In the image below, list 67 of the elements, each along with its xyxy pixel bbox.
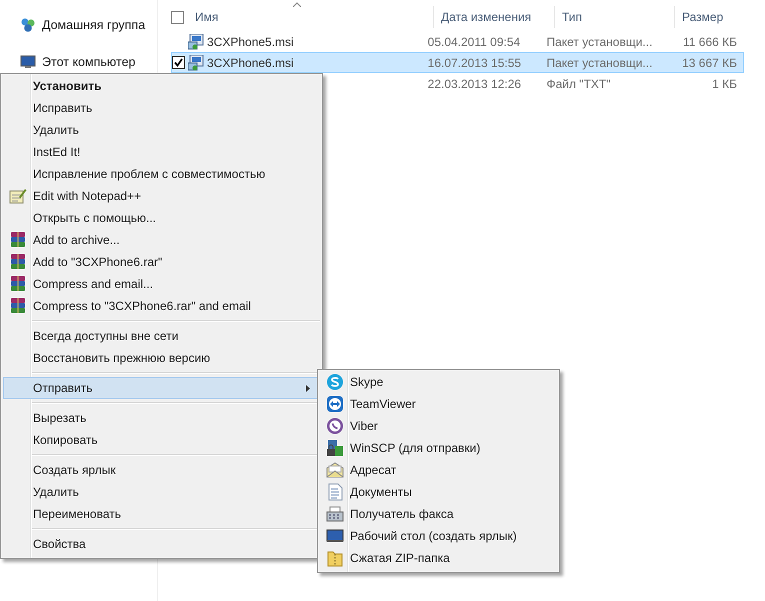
archive-books-icon <box>10 253 26 271</box>
homegroup-icon <box>20 17 36 33</box>
menu-item[interactable]: Add to archive... <box>3 229 320 251</box>
fax-icon <box>326 506 344 522</box>
zip-folder-icon <box>327 549 343 567</box>
installer-package-icon <box>188 34 204 50</box>
menu-item[interactable]: Свойства <box>3 533 320 555</box>
table-cell-text: Пакет установщи... <box>546 34 654 48</box>
viber-icon <box>326 417 344 435</box>
table-cell-text: 22.03.2013 12:26 <box>428 76 522 90</box>
skype-icon <box>326 373 344 391</box>
menu-item[interactable]: WinSCP (для отправки) <box>320 437 557 459</box>
menu-item[interactable]: Удалить <box>3 119 320 141</box>
document-icon <box>327 483 343 501</box>
menu-item[interactable]: Копировать <box>3 429 320 451</box>
menu-item[interactable]: Add to "3CXPhone6.rar" <box>3 251 320 273</box>
file-name[interactable]: 3CXPhone5.msi <box>207 34 294 48</box>
column-header[interactable]: Дата изменения <box>434 6 555 28</box>
envelope-icon <box>326 462 344 478</box>
file-name[interactable]: 3CXPhone6.msi <box>207 56 294 70</box>
menu-item[interactable]: Переименовать <box>3 503 320 525</box>
table-cell-text: Файл "TXT" <box>546 76 612 90</box>
checkbox[interactable] <box>171 10 184 24</box>
checkbox[interactable] <box>172 56 185 69</box>
menu-item[interactable]: Адресат <box>320 459 557 481</box>
menu-item[interactable]: Отправить <box>3 377 320 399</box>
column-header[interactable]: Тип <box>555 6 675 28</box>
notepad-icon <box>9 188 27 204</box>
menu-item[interactable]: Вырезать <box>3 407 320 429</box>
menu-item[interactable]: Создать ярлык <box>3 459 320 481</box>
menu-item[interactable]: Compress to "3CXPhone6.rar" and email <box>3 295 320 317</box>
table-cell-text: Пакет установщи... <box>546 56 654 70</box>
menu-item[interactable]: Skype <box>320 371 557 393</box>
menu-item[interactable]: Edit with Notepad++ <box>3 185 320 207</box>
submenu-arrow-icon <box>306 385 310 392</box>
menu-item[interactable]: Compress and email... <box>3 273 320 295</box>
desktop-icon <box>326 529 344 543</box>
archive-books-icon <box>10 275 26 293</box>
teamviewer-icon <box>326 395 344 413</box>
table-cell-text: 13 667 КБ <box>681 56 738 70</box>
menu-item[interactable]: Рабочий стол (создать ярлык) <box>320 525 557 547</box>
table-cell-text: 1 КБ <box>711 76 738 90</box>
menu-item[interactable]: Удалить <box>3 481 320 503</box>
menu-item[interactable]: Восстановить прежнюю версию <box>3 347 320 369</box>
menu-item[interactable]: Viber <box>320 415 557 437</box>
menu-item[interactable]: Установить <box>3 75 320 97</box>
archive-books-icon <box>10 231 26 249</box>
nav-item[interactable]: Этот компьютер <box>42 55 136 69</box>
menu-item[interactable]: TeamViewer <box>320 393 557 415</box>
menu-item[interactable]: Сжатая ZIP-папка <box>320 547 557 569</box>
archive-books-icon <box>10 297 26 315</box>
table-cell-text: 11 666 КБ <box>682 34 738 48</box>
menu-item[interactable]: Документы <box>320 481 557 503</box>
column-header[interactable]: Размер <box>675 6 755 28</box>
menu-item[interactable]: Исправление проблем с совместимостью <box>3 163 320 185</box>
table-cell-text: 16.07.2013 15:55 <box>428 56 522 70</box>
menu-item[interactable]: InstEd It! <box>3 141 320 163</box>
table-cell-text: 05.04.2011 09:54 <box>428 34 522 48</box>
computer-icon <box>20 55 36 69</box>
menu-item[interactable]: Открыть с помощью... <box>3 207 320 229</box>
menu-item[interactable]: Получатель факса <box>320 503 557 525</box>
menu-item[interactable]: Исправить <box>3 97 320 119</box>
column-header[interactable]: Имя <box>188 6 434 28</box>
nav-item[interactable]: Домашняя группа <box>42 18 146 32</box>
lock-computer-icon <box>326 439 344 457</box>
menu-item[interactable]: Всегда доступны вне сети <box>3 325 320 347</box>
installer-package-icon <box>188 54 204 70</box>
